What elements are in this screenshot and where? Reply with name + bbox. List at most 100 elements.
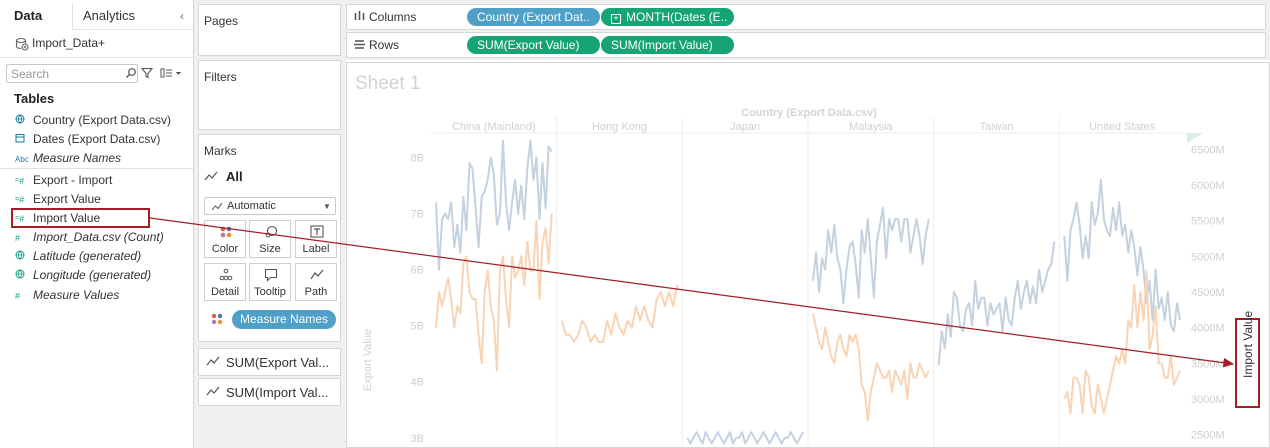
field-name: Latitude (generated) <box>33 249 142 263</box>
detail-label: Detail <box>210 286 240 298</box>
detail-icon <box>219 268 233 281</box>
search-input[interactable] <box>11 66 116 81</box>
detail-button[interactable]: Detail <box>204 263 246 301</box>
chevron-down-icon: ▼ <box>323 202 331 211</box>
label-icon <box>310 225 324 238</box>
tab-data[interactable]: Data <box>14 4 42 28</box>
search-box[interactable] <box>6 64 138 83</box>
axis-corner-marker <box>1187 133 1203 143</box>
tab-analytics[interactable]: Analytics <box>83 4 135 28</box>
import-value-highlight <box>11 208 150 228</box>
tooltip-button[interactable]: Tooltip <box>249 263 291 301</box>
data-pane: Data Analytics ‹ Import_Data+ Tables Cou… <box>0 0 194 448</box>
label-label: Label <box>302 243 330 255</box>
line-chart: Country (Export Data.csv) China (Mainland… <box>362 107 1225 447</box>
tables-heading: Tables <box>14 91 55 106</box>
mark-type-dropdown[interactable]: Automatic ▼ <box>204 197 336 215</box>
tab-divider <box>72 4 73 29</box>
country-header: Hong Kong <box>592 121 647 133</box>
country-header: China (Mainland) <box>452 121 536 133</box>
export-value-line <box>812 206 930 305</box>
globe-icon <box>15 112 33 131</box>
globe-icon <box>15 267 33 286</box>
collapse-pane-icon[interactable]: ‹ <box>180 9 184 23</box>
measure-names-pill[interactable]: Measure Names <box>232 310 336 329</box>
month-dates-pill[interactable]: + MONTH(Dates (E.. <box>601 8 734 26</box>
size-label: Size <box>259 243 281 255</box>
active-tab-gap <box>0 29 72 30</box>
color-button[interactable]: Color <box>204 220 246 258</box>
columns-shelf[interactable]: Columns Country (Export Dat.. + MONTH(Dat… <box>346 4 1266 30</box>
export-value-line <box>686 431 804 445</box>
y-tick-label: 7B <box>411 209 424 221</box>
y-tick-label: 6B <box>411 265 424 277</box>
dimension-measure-divider <box>0 168 193 169</box>
size-button[interactable]: Size <box>249 220 291 258</box>
hash-icon: # <box>15 291 21 301</box>
size-icon <box>265 225 278 238</box>
columns-shelf-label: Columns <box>354 10 416 24</box>
line-mark-icon <box>206 356 220 366</box>
hash-icon: # <box>15 233 21 243</box>
import-value-line <box>1063 269 1181 415</box>
marks-import-label: SUM(Import Val... <box>226 385 329 400</box>
datasource-divider <box>0 57 193 58</box>
field-name: Measure Values <box>33 288 120 302</box>
globe-icon <box>15 248 33 267</box>
marks-card: Marks All Automatic ▼ Color Size Label D… <box>198 134 341 342</box>
field-item[interactable]: # Import_Data.csv (Count) <box>15 228 164 247</box>
field-item[interactable]: Country (Export Data.csv) <box>15 111 171 130</box>
marks-export-card[interactable]: SUM(Export Val... <box>198 348 341 376</box>
y-axis-title: Export Value <box>362 329 374 391</box>
export-value-line <box>937 241 1056 365</box>
path-button[interactable]: Path <box>295 263 337 301</box>
y2-tick-label: 5000M <box>1191 251 1225 263</box>
color-label: Color <box>211 243 239 255</box>
country-header: Malaysia <box>849 121 893 133</box>
color-encoding-icon <box>211 313 223 325</box>
marks-import-card[interactable]: SUM(Import Val... <box>198 378 341 406</box>
field-item[interactable]: =# Export - Import <box>15 171 112 190</box>
datasource-icon <box>15 37 29 51</box>
search-icon[interactable] <box>125 67 137 79</box>
line-mark-icon <box>206 386 220 396</box>
y2-tick-label: 6500M <box>1191 144 1225 156</box>
view-options-icon[interactable] <box>160 67 182 79</box>
field-item[interactable]: Latitude (generated) <box>15 247 141 266</box>
marks-all-tab[interactable]: All <box>204 169 243 184</box>
field-item[interactable]: # Measure Values <box>15 286 119 305</box>
rows-shelf[interactable]: Rows SUM(Export Value) SUM(Import Value) <box>346 32 1266 58</box>
import-axis-title: Import Value <box>1233 311 1263 378</box>
columns-icon <box>354 11 365 20</box>
field-item[interactable]: Dates (Export Data.csv) <box>15 130 160 149</box>
columns-label-text: Columns <box>369 10 417 24</box>
path-label: Path <box>304 286 328 298</box>
field-name: Country (Export Data.csv) <box>33 113 172 127</box>
field-name: Measure Names <box>33 151 122 165</box>
y2-tick-label: 2500M <box>1191 430 1225 442</box>
shelves-area: Columns Country (Export Dat.. + MONTH(Dat… <box>346 0 1270 60</box>
field-name: Export - Import <box>33 173 113 187</box>
rows-icon <box>354 40 365 49</box>
sum-import-pill[interactable]: SUM(Import Value) <box>601 36 734 54</box>
datasource-name[interactable]: Import_Data+ <box>32 36 105 50</box>
filter-icon[interactable] <box>141 67 153 79</box>
label-button[interactable]: Label <box>295 220 337 258</box>
marks-all-label: All <box>226 169 243 184</box>
country-pill[interactable]: Country (Export Dat.. <box>467 8 600 26</box>
rows-label-text: Rows <box>369 38 400 52</box>
field-item[interactable]: Abc Measure Names <box>15 149 121 168</box>
field-item[interactable]: =# Export Value <box>15 190 101 209</box>
sum-export-pill[interactable]: SUM(Export Value) <box>467 36 600 54</box>
tooltip-icon <box>264 268 278 282</box>
pages-card[interactable]: Pages <box>198 4 341 56</box>
pages-title: Pages <box>204 14 239 28</box>
filters-card[interactable]: Filters <box>198 60 341 130</box>
marks-title: Marks <box>204 144 237 158</box>
line-mark-icon <box>204 171 218 181</box>
y2-tick-label: 4000M <box>1191 323 1225 335</box>
y2-tick-label: 3000M <box>1191 394 1225 406</box>
column-header-title: Country (Export Data.csv) <box>741 107 877 119</box>
field-item[interactable]: Longitude (generated) <box>15 266 151 285</box>
marks-export-label: SUM(Export Val... <box>226 355 330 370</box>
